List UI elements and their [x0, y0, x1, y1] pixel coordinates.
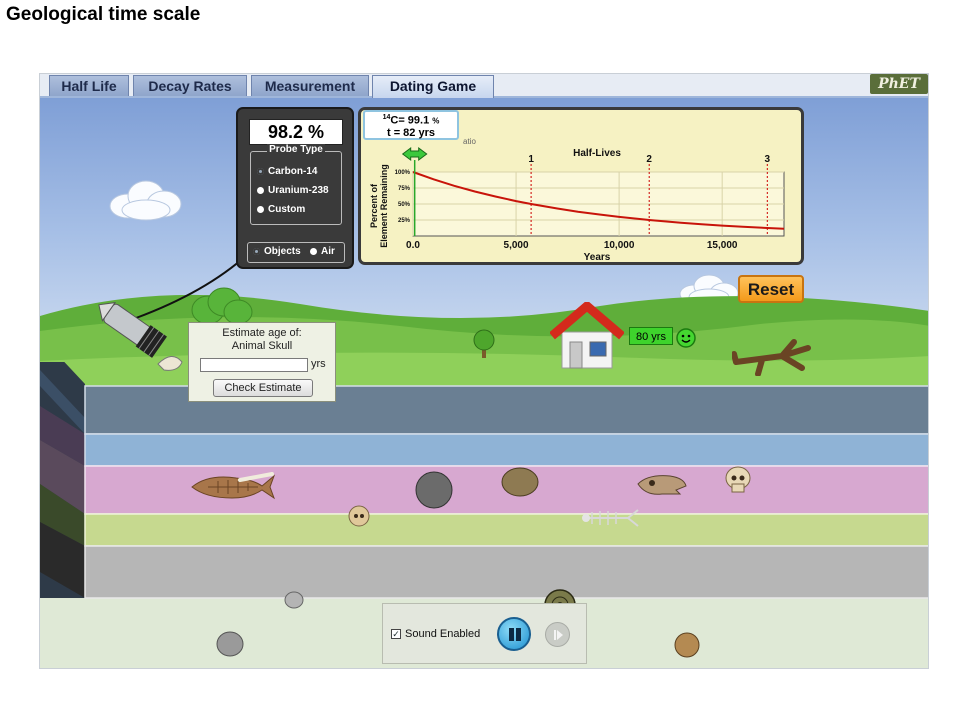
phet-simulation-window: Half Life Decay Rates Measurement Dating… — [39, 73, 929, 669]
probe-panel: 98.2 % Probe Type Carbon-14 Uranium-238 … — [236, 107, 354, 269]
phet-logo: PhET — [870, 74, 928, 94]
tab-bar: Half Life Decay Rates Measurement Dating… — [40, 74, 928, 98]
x-tick-label: 15,000 — [707, 240, 738, 251]
x-axis-label: Years — [584, 252, 611, 262]
c14-readout: 14C= 99.1 % t = 82 yrs — [363, 110, 459, 140]
mode-label: Objects — [264, 246, 301, 257]
chart-title: Half-Lives — [573, 148, 621, 159]
stone-icon — [216, 631, 244, 657]
tree-icon — [473, 329, 495, 358]
estimate-age-input[interactable] — [200, 358, 308, 372]
rock-icon — [415, 471, 453, 509]
x-tick-label: 10,000 — [604, 240, 635, 251]
elapsed-time-value: t = 82 yrs — [386, 126, 435, 139]
human-skull-icon — [725, 466, 751, 493]
half-life-marker-label: 2 — [646, 154, 652, 165]
probe-type-group: Probe Type Carbon-14 Uranium-238 Custom — [250, 144, 342, 225]
mode-air[interactable]: Air — [310, 246, 335, 257]
estimate-title-line1: Estimate age of: — [222, 327, 302, 339]
estimate-age-dialog: Estimate age of: Animal Skull yrs Check … — [188, 322, 336, 402]
sound-enabled-checkbox[interactable]: ✓ — [391, 629, 401, 639]
small-skull-icon — [348, 505, 370, 527]
cloud-left — [109, 180, 182, 221]
y-tick-label: 75% — [398, 186, 411, 192]
check-estimate-button[interactable]: Check Estimate — [213, 379, 313, 397]
y-tick-label: 25% — [398, 218, 411, 224]
trilobite-fossil-icon — [501, 467, 539, 497]
obscured-label-text: atio — [463, 137, 476, 146]
percent-symbol: % — [432, 116, 440, 126]
time-slider-arrow-icon — [401, 147, 428, 161]
radio-icon[interactable] — [310, 247, 317, 255]
smiley-face-icon — [676, 328, 696, 348]
tab-measurement[interactable]: Measurement — [251, 75, 369, 96]
probe-option-uranium-238[interactable]: Uranium-238 — [257, 185, 329, 196]
radio-icon[interactable] — [257, 205, 264, 213]
tab-dating-game[interactable]: Dating Game — [372, 75, 494, 98]
half-life-marker-label: 1 — [528, 154, 534, 165]
x-tick-label: 0.0 — [406, 240, 420, 251]
probe-option-label: Uranium-238 — [268, 185, 329, 196]
probe-percent-readout: 98.2 % — [249, 119, 343, 145]
mode-label: Air — [321, 246, 335, 257]
probe-option-custom[interactable]: Custom — [257, 204, 305, 215]
y-axis-label: Percent ofElement Remaining — [369, 164, 389, 248]
radio-selected-icon[interactable] — [257, 167, 264, 175]
fish-skeleton-icon — [582, 509, 639, 527]
slide-title: Geological time scale — [6, 4, 201, 25]
y-tick-label: 100% — [395, 170, 411, 176]
step-forward-button[interactable] — [545, 622, 570, 647]
pause-button[interactable] — [497, 617, 531, 651]
house-icon — [550, 302, 624, 369]
brown-stone-icon — [674, 632, 700, 658]
probe-type-title: Probe Type — [267, 144, 325, 155]
estimate-object-name: Animal Skull — [231, 340, 293, 352]
sound-enabled-label: Sound Enabled — [405, 628, 481, 640]
probe-option-label: Custom — [268, 204, 306, 215]
half-life-marker-label: 3 — [765, 154, 771, 165]
plot-area: 100% 75% 50% 25% 0.0 5,000 10,000 15,000 1 2 3 — [395, 147, 785, 251]
dead-tree-icon — [732, 339, 811, 376]
tab-decay-rates[interactable]: Decay Rates — [133, 75, 247, 96]
dinosaur-skull-icon — [637, 475, 687, 495]
radio-icon[interactable] — [257, 186, 264, 194]
rock-strata — [40, 362, 928, 599]
c14-percent-value: C= 99.1 — [390, 114, 430, 127]
x-tick-label: 5,000 — [504, 240, 529, 251]
mode-objects[interactable]: Objects — [253, 246, 301, 257]
y-tick-label: 50% — [398, 202, 411, 208]
probe-mode-group: Objects Air — [247, 242, 345, 263]
probe-option-carbon-14[interactable]: Carbon-14 — [257, 166, 317, 177]
tab-half-life[interactable]: Half Life — [49, 75, 129, 96]
playback-control-panel: ✓ Sound Enabled — [382, 603, 587, 664]
pebble-icon — [284, 591, 304, 609]
probe-option-label: Carbon-14 — [268, 166, 318, 177]
bone-icon — [238, 472, 274, 482]
radio-selected-icon[interactable] — [253, 247, 260, 255]
reset-button[interactable]: Reset — [738, 275, 804, 303]
house-age-badge: 80 yrs — [629, 327, 673, 345]
estimate-unit-label: yrs — [311, 358, 326, 370]
